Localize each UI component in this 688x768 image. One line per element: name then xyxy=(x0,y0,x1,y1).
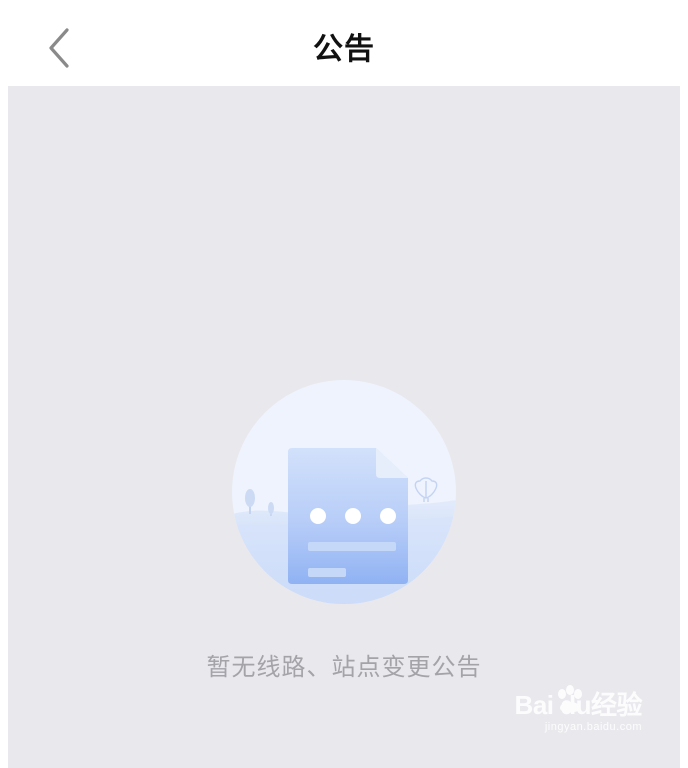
nav-bar: 公告 xyxy=(0,0,688,86)
paw-icon xyxy=(558,685,582,713)
page-title: 公告 xyxy=(313,32,375,67)
announcement-page: 公告 暂无线路、站点变更公告 Bai du经验 jingyan.baidu.co… xyxy=(0,0,688,768)
watermark: Bai du经验 jingyan.baidu.com xyxy=(512,685,643,754)
watermark-url: jingyan.baidu.com xyxy=(544,721,642,733)
empty-state-message: 暂无线路、站点变更公告 xyxy=(206,653,482,681)
content-area: 暂无线路、站点变更公告 Bai du经验 jingyan.baidu.com xyxy=(8,86,680,768)
empty-document-icon xyxy=(232,380,456,604)
